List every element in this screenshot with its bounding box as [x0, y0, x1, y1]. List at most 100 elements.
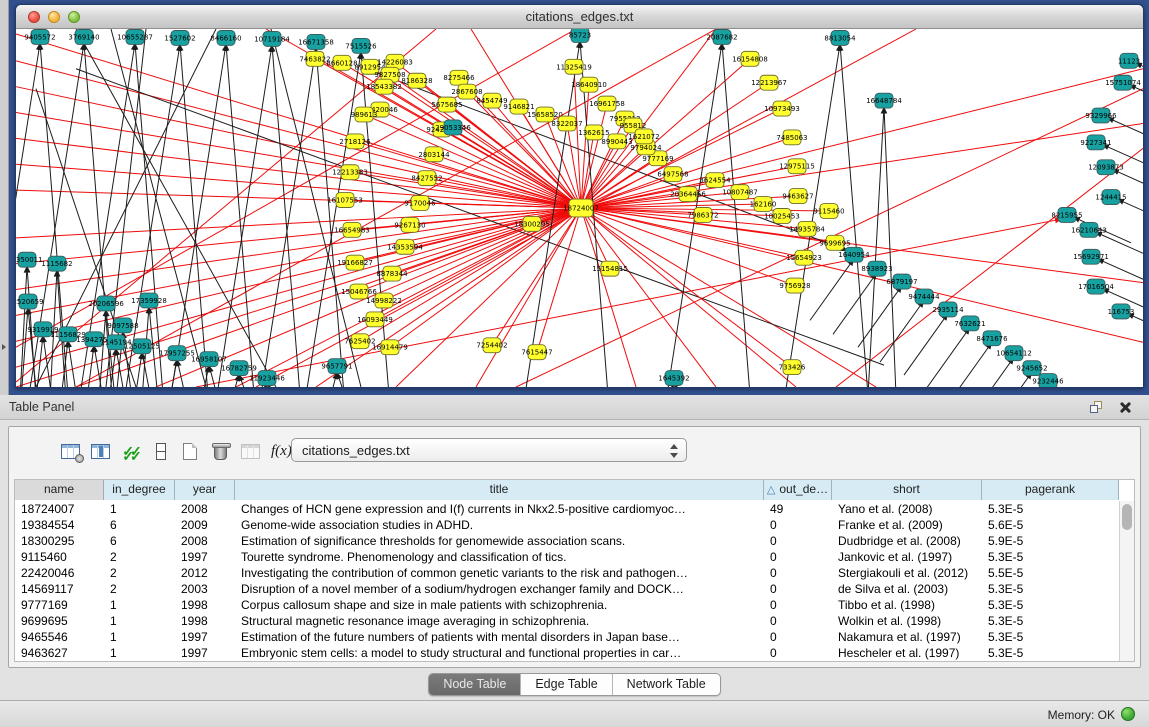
graph-node[interactable]: 10719184 [254, 31, 290, 46]
table-row[interactable]: 1938455462009Genome-wide association stu… [15, 517, 1119, 533]
graph-node[interactable]: 10973493 [764, 101, 800, 116]
graph-node[interactable]: 7632621 [954, 316, 985, 331]
graph-node[interactable]: 3624554 [699, 173, 731, 188]
graph-node[interactable]: 7515526 [345, 38, 376, 53]
graph-node[interactable]: 9329966 [1085, 108, 1116, 123]
graph-node[interactable]: 9115460 [813, 204, 844, 219]
column-header-short[interactable]: short [832, 480, 982, 500]
tab-edge-table[interactable]: Edge Table [521, 674, 612, 695]
graph-node[interactable]: 9657791 [321, 359, 352, 374]
graph-node[interactable]: 1645392 [658, 371, 689, 386]
graph-node[interactable]: 15654923 [786, 250, 822, 265]
new-document-icon[interactable] [175, 437, 205, 465]
dropdown-arrows-icon [669, 443, 677, 459]
graph-node[interactable]: 16961758 [589, 96, 625, 111]
graph-node[interactable]: 5675685 [431, 97, 462, 112]
tab-node-table[interactable]: Node Table [429, 674, 521, 695]
select-checkmarks-icon[interactable] [115, 437, 145, 465]
graph-node[interactable]: 7254402 [476, 338, 507, 353]
graph-node[interactable]: 7615447 [521, 345, 552, 360]
graph-node[interactable]: 1350011 [16, 252, 43, 267]
function-builder-icon[interactable]: f(x) [271, 443, 292, 460]
graph-node[interactable]: 8471676 [976, 331, 1007, 346]
graph-node[interactable]: 16914479 [372, 340, 408, 355]
table-row[interactable]: 969969511998Structural magnetic resonanc… [15, 613, 1119, 629]
graph-node[interactable]: 2520659 [16, 294, 44, 309]
graph-node[interactable]: 9405572 [24, 29, 55, 44]
graph-node[interactable]: 8466160 [210, 30, 241, 45]
citation-edge-red [581, 69, 1143, 208]
table-row[interactable]: 911546021997Tourette syndrome. Phenomeno… [15, 549, 1119, 565]
expand-panel-arrow-icon[interactable] [2, 344, 6, 350]
graph-node[interactable]: 17957255 [159, 346, 195, 361]
table-cell: 0 [764, 549, 832, 565]
graph-node[interactable]: 85723 [569, 29, 591, 42]
column-header-name[interactable]: name [15, 480, 104, 500]
table-select-dropdown[interactable]: citations_edges.txt [291, 438, 687, 462]
graph-node[interactable]: 9227341 [1080, 135, 1111, 150]
column-visibility-icon[interactable] [85, 437, 115, 465]
graph-node[interactable]: 9267130 [394, 217, 425, 232]
graph-node[interactable]: 10807487 [722, 185, 758, 200]
graph-node[interactable]: 18640910 [571, 77, 607, 92]
graph-node[interactable]: 12975115 [779, 159, 815, 174]
graph-node[interactable]: 733426 [779, 360, 806, 375]
graph-node[interactable]: 9699695 [819, 235, 850, 250]
column-header-in_degree[interactable]: in_degree [104, 480, 175, 500]
graph-node[interactable]: 8813054 [824, 30, 856, 45]
scrollbar-thumb[interactable] [1122, 504, 1132, 530]
svg-text:9170046: 9170046 [404, 200, 435, 208]
graph-node[interactable]: 11923446 [249, 371, 285, 386]
trash-icon[interactable] [205, 437, 235, 465]
graph-node[interactable]: 9170046 [404, 196, 435, 211]
graph-node[interactable]: 116753 [1108, 304, 1135, 319]
graph-node[interactable]: 16671358 [298, 34, 334, 49]
graph-node[interactable]: 16654983 [334, 222, 370, 237]
graph-node[interactable]: 1527602 [164, 30, 195, 45]
graph-node[interactable]: 3769140 [68, 29, 99, 44]
frame-titlebar[interactable]: citations_edges.txt [16, 5, 1143, 29]
graph-node[interactable]: 7485063 [776, 130, 807, 145]
graph-node[interactable]: 1244415 [1095, 190, 1126, 205]
tab-network-table[interactable]: Network Table [613, 674, 720, 695]
close-panel-icon[interactable] [1118, 401, 1131, 414]
graph-node[interactable]: 16154808 [732, 51, 768, 66]
table-row[interactable]: 946362711997Embryonic stem cells: a mode… [15, 645, 1119, 661]
graph-node[interactable]: 10655287 [117, 29, 153, 44]
graph-node[interactable]: 14935784 [789, 221, 825, 236]
graph-node[interactable]: 16107553 [327, 193, 363, 208]
float-panel-icon[interactable] [1090, 401, 1103, 414]
column-header-title[interactable]: title [235, 480, 764, 500]
column-header-year[interactable]: year [175, 480, 235, 500]
graph-node[interactable]: 9756928 [779, 278, 810, 293]
graph-node[interactable]: 6497568 [657, 167, 688, 182]
column-header-pagerank[interactable]: pagerank [982, 480, 1119, 500]
graph-node[interactable]: 8275466 [443, 70, 474, 85]
graph-node[interactable]: 8938923 [861, 261, 892, 276]
citation-edge-black [272, 45, 300, 387]
table-row[interactable]: 1830029562008Estimation of significance … [15, 533, 1119, 549]
table-row[interactable]: 977716911998Corpus callosum shape and si… [15, 597, 1119, 613]
table-cell: Changes of HCN gene expression and I(f) … [235, 501, 764, 517]
column-header-out_de[interactable]: △out_de… [764, 480, 832, 500]
table-row[interactable]: 2242004622012Investigating the contribut… [15, 565, 1119, 581]
vertical-scrollbar[interactable] [1119, 501, 1134, 661]
table-cell: Disruption of a novel member of a sodium… [235, 581, 764, 597]
network-canvas[interactable]: 8912954142260839827508818632882754662867… [16, 29, 1143, 387]
graph-node[interactable]: 11123 [1118, 53, 1140, 68]
graph-node[interactable]: 12213967 [751, 75, 787, 90]
graph-node[interactable]: 9463627 [782, 189, 813, 204]
graph-node[interactable]: 1640954 [838, 247, 870, 262]
import-table-icon[interactable] [235, 437, 265, 465]
rows-icon[interactable] [145, 437, 175, 465]
graph-node[interactable]: 11325419 [556, 59, 592, 74]
table-row[interactable]: 1456911722003Disruption of a novel membe… [15, 581, 1119, 597]
table-row[interactable]: 1872400712008Changes of HCN gene express… [15, 501, 1119, 517]
graph-node[interactable]: 17359928 [131, 293, 167, 308]
table-settings-icon[interactable] [55, 437, 85, 465]
graph-node[interactable]: 16648784 [866, 93, 902, 108]
graph-node[interactable]: 2935114 [932, 302, 964, 317]
graph-node[interactable]: 9474444 [908, 289, 940, 304]
table-row[interactable]: 946554611997Estimation of the future num… [15, 629, 1119, 645]
graph-node[interactable]: 10654112 [996, 346, 1032, 361]
